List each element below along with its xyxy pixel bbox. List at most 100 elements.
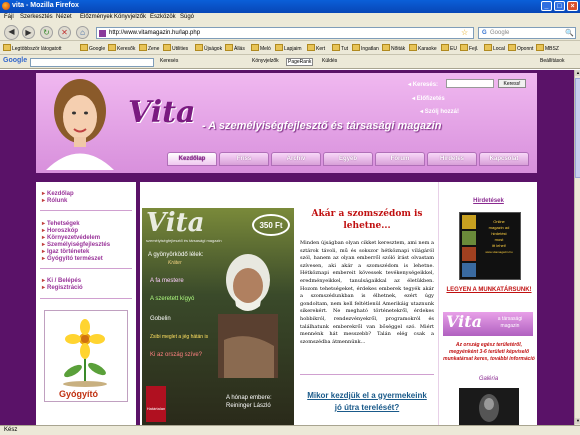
bookmark-item[interactable]: Tut [332,44,348,52]
bookmark-item[interactable]: Legtöbbször látogatott [3,44,61,52]
bookmark-item[interactable]: Nőiták [382,44,405,52]
back-icon[interactable]: ◀ [4,25,19,40]
cover-subtitle: személyiségfejlesztő és társasági magazi… [146,238,222,243]
right-logo-sub: a társasági magazin [497,316,523,329]
tab-contact[interactable]: Kapcsolat [479,152,529,166]
vertical-scrollbar[interactable]: ▲ ▼ [574,70,580,425]
header-search-input[interactable] [446,79,494,88]
bookmark-item[interactable]: Újságok [195,44,222,52]
site-tagline: - A személyiségfejlesztő és társasági ma… [202,120,442,132]
cover-line: A fa mestere [150,278,184,284]
menu-bar: Fájl Szerkesztés Nézet Előzmények Könyvj… [0,13,580,24]
reload-icon[interactable]: ↻ [40,26,53,39]
gallery-image [479,394,499,422]
side-link-healing-nature[interactable]: ▸ Gyógyító természet [42,255,103,262]
tab-archive[interactable]: Archív [271,152,321,166]
tab-home[interactable]: Kezdőlap [167,152,217,166]
article-title[interactable]: Akár a szomszédom is lehetne... [300,208,434,234]
bookmark-item[interactable]: Lapjaim [275,44,302,52]
left-sidebar: ▸ Kezdőlap ▸ Rólunk ▸ Tehetségek ▸ Horoszkóp… [36,182,136,425]
header-woman-photo [46,79,114,170]
tab-new[interactable]: Friss [219,152,269,166]
address-bar[interactable]: http://www.vitamagazin.hu/lap.php ☆ [96,27,474,39]
cover-line: Zsibi meglet a jég hátán is [150,334,209,340]
bookmark-item[interactable]: Local [484,44,505,52]
site-logo[interactable]: Vita [128,95,195,130]
minimize-button[interactable]: _ [541,1,552,11]
side-link-talents[interactable]: ▸ Tehetségek [42,220,80,227]
ad-banner[interactable]: Online magazin ad hirdetést most itt lehet! w… [459,212,521,280]
bookmark-item[interactable]: Zene [139,44,159,52]
bookmark-item[interactable]: Google [80,44,105,52]
google-search-button[interactable]: Keresés [160,58,178,64]
bookmark-item[interactable]: Ingatlan [352,44,379,52]
article-divider [300,374,434,375]
tab-other[interactable]: Egyéb [323,152,373,166]
url-text: http://www.vitamagazin.hu/lap.php [109,30,201,36]
pagerank-indicator: PageRank [286,58,314,66]
side-link-home[interactable]: ▸ Kezdőlap [42,190,74,197]
site-header: Vita - A személyiségfejlesztő és társasá… [36,73,537,173]
site-favicon-icon [99,30,106,37]
menu-view[interactable]: Nézet [56,14,72,20]
menu-bookmarks[interactable]: Könyvjelzők [114,14,146,20]
healing-promo-box[interactable]: Gyógyító [44,310,128,402]
ad-image-tile [462,215,476,229]
ad-image-tile [462,247,476,261]
cover-line: A gyönyörködő lélek: [148,252,204,258]
search-go-icon[interactable]: 🔍 [565,29,574,37]
firefox-logo-icon [2,2,10,10]
menu-edit[interactable]: Szerkesztés [20,14,53,20]
magazine-cover[interactable]: Vita személyiségfejlesztő és társasági m… [142,208,294,425]
forward-icon[interactable]: ▶ [22,26,35,39]
close-button[interactable]: × [567,1,578,11]
bookmark-item[interactable]: Karaoke [409,44,437,52]
maximize-button[interactable]: □ [554,1,565,11]
gallery-thumbnail[interactable] [459,388,519,425]
bookmark-item[interactable]: Meló [251,44,271,52]
search-field[interactable]: G Google 🔍 [478,27,576,39]
join-us-link[interactable]: LEGYEN A MUNKATÁRSUNK! [443,286,535,294]
right-logo-banner[interactable]: Vita a társasági magazin [443,312,533,336]
scroll-down-icon[interactable]: ▼ [575,418,580,424]
bookmark-item[interactable]: EU [441,44,457,52]
menu-help[interactable]: Súgó [180,14,194,20]
side-link-personality[interactable]: ▸ Személyiségfejlesztés [42,241,110,248]
side-link-horoscope[interactable]: ▸ Horoszkóp [42,227,78,234]
stop-icon[interactable]: ✕ [58,26,71,39]
menu-tools[interactable]: Eszközök [150,14,176,20]
comment-link[interactable]: ◂ Szólj hozzá! [420,108,459,115]
google-settings-button[interactable]: Beállítások [540,58,564,64]
bookmark-item[interactable]: Oponnt [508,44,533,52]
bookmark-item[interactable]: MBSZ [536,44,559,52]
bookmark-item[interactable]: Utilities [163,44,188,52]
side-link-login[interactable]: ▸ Ki / Belépés [42,277,81,284]
gallery-heading: Galéria [478,376,499,382]
tab-ads[interactable]: Hirdetés [427,152,477,166]
scroll-thumb[interactable] [575,78,580,178]
scroll-up-icon[interactable]: ▲ [575,70,580,76]
side-link-register[interactable]: ▸ Regisztráció [42,284,83,291]
right-logo: Vita [446,312,482,331]
article-title-2[interactable]: Mikor kezdjük el a gyermekeink jó útra t… [304,390,430,425]
cover-line: A szeretett kígyó [150,296,195,302]
home-icon[interactable]: ⌂ [76,26,89,39]
cover-badge: Határtalan [146,386,166,422]
bookmark-star-icon[interactable]: ☆ [461,28,468,37]
google-send-button[interactable]: Küldés [322,58,337,64]
google-toolbar-logo: Google [3,57,28,64]
menu-file[interactable]: Fájl [4,14,14,20]
google-toolbar-input[interactable] [30,58,154,67]
google-bookmarks-button[interactable]: Könyvjelzők [252,58,279,64]
tab-forum[interactable]: Fórum [375,152,425,166]
menu-history[interactable]: Előzmények [80,14,113,20]
bookmark-item[interactable]: Keresők [108,44,135,52]
bookmark-item[interactable]: Kert [307,44,325,52]
side-link-environment[interactable]: ▸ Környezetvédelem [42,234,100,241]
bookmark-item[interactable]: Állás [225,44,245,52]
subscribe-link[interactable]: ◂ Előfizetés [412,95,445,102]
side-link-about[interactable]: ▸ Rólunk [42,197,67,204]
bookmark-item[interactable]: Fejl. [460,44,478,52]
header-search-button[interactable]: Keress! [498,79,526,88]
side-link-true-stories[interactable]: ▸ Igaz történetek [42,248,89,255]
